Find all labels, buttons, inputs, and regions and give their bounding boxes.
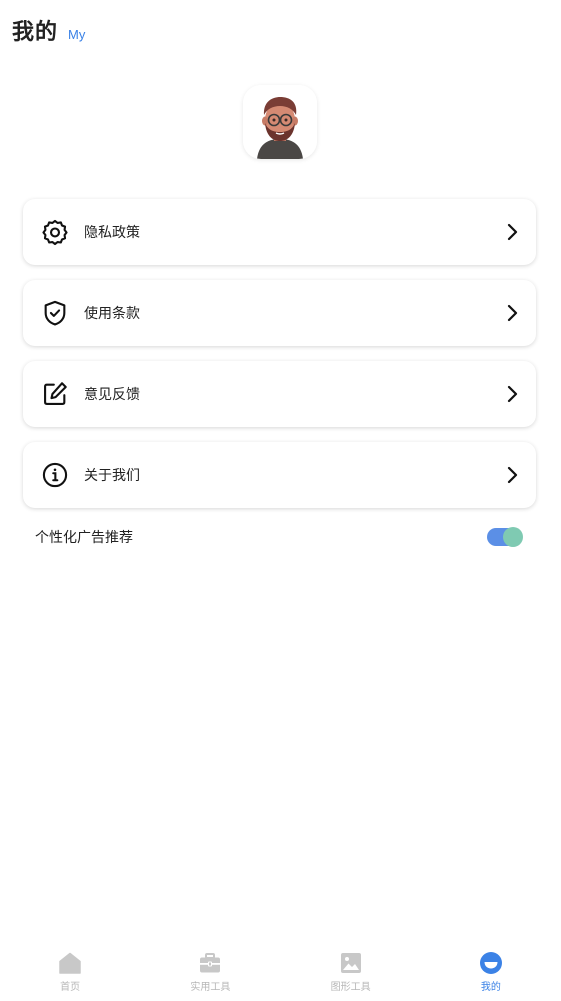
menu-item-label: 关于我们 (84, 468, 140, 484)
avatar[interactable] (243, 85, 317, 159)
chevron-right-icon (500, 382, 524, 406)
toggle-knob (503, 527, 523, 547)
menu-item-about-us[interactable]: 关于我们 (23, 442, 536, 508)
menu-item-privacy-policy[interactable]: 隐私政策 (23, 199, 536, 265)
home-icon (57, 950, 83, 976)
toolbox-icon (197, 950, 223, 976)
page-title: 我的 (12, 20, 59, 45)
menu-item-feedback[interactable]: 意见反馈 (23, 361, 536, 427)
chevron-right-icon (500, 220, 524, 244)
chevron-right-icon (500, 463, 524, 487)
page-header: 我的 My (12, 14, 85, 46)
menu-item-label: 隐私政策 (84, 225, 140, 241)
menu-item-label: 意见反馈 (84, 387, 140, 403)
info-icon (40, 460, 70, 490)
shield-check-icon (40, 298, 70, 328)
personalized-ads-row: 个性化广告推荐 (35, 522, 523, 552)
menu-item-terms-of-use[interactable]: 使用条款 (23, 280, 536, 346)
image-icon (338, 950, 364, 976)
tab-my[interactable]: 我的 (421, 943, 561, 1001)
profile-icon (478, 950, 504, 976)
personalized-ads-toggle[interactable] (487, 527, 523, 547)
tab-label: 首页 (60, 982, 81, 993)
tab-home[interactable]: 首页 (0, 943, 140, 1001)
bottom-tab-bar: 首页 实用工具 图形工具 我的 (0, 943, 561, 1001)
page-subtitle: My (68, 27, 86, 42)
tab-label: 图形工具 (330, 982, 371, 993)
avatar-image (243, 85, 317, 159)
tab-graphic-tools[interactable]: 图形工具 (281, 943, 421, 1001)
menu-item-label: 使用条款 (84, 306, 140, 322)
tab-label: 实用工具 (190, 982, 231, 993)
chevron-right-icon (500, 301, 524, 325)
gear-icon (40, 217, 70, 247)
edit-icon (40, 379, 70, 409)
settings-menu: 隐私政策 使用条款 意见反馈 关于我们 (23, 199, 536, 523)
personalized-ads-label: 个性化广告推荐 (35, 530, 133, 546)
tab-utility-tools[interactable]: 实用工具 (140, 943, 280, 1001)
tab-label: 我的 (480, 982, 501, 993)
